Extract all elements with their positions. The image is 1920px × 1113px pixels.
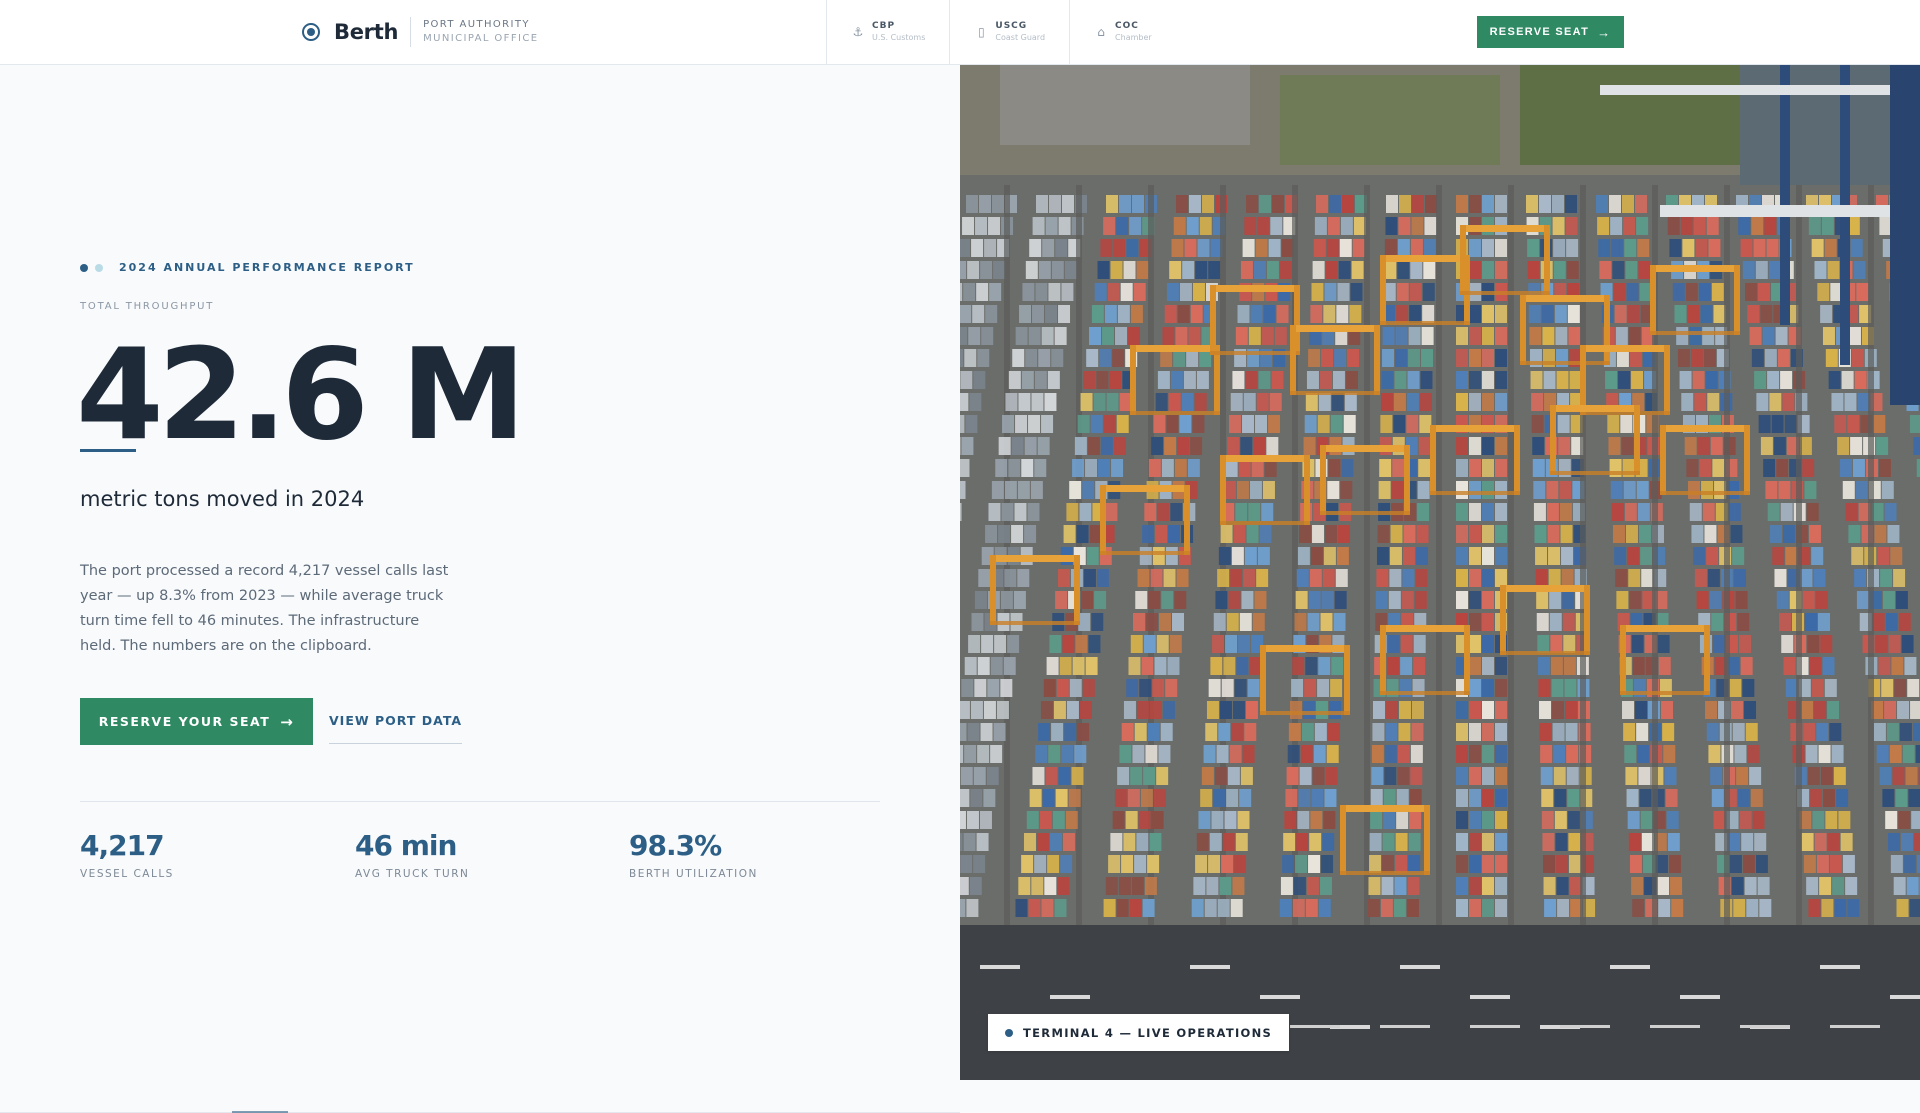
agency-code: CBP (872, 21, 925, 32)
reserve-seat-label: RESERVE SEAT (1490, 26, 1590, 38)
live-operations-label: TERMINAL 4 — LIVE OPERATIONS (1023, 1026, 1272, 1040)
view-port-data-link[interactable]: VIEW PORT DATA (329, 708, 462, 744)
anchor-icon: ⚓ (852, 25, 864, 39)
metric-kicker: TOTAL THROUGHPUT (80, 301, 214, 312)
accent-bar (80, 449, 136, 452)
agency-name: Coast Guard (995, 32, 1045, 43)
hero-panel: 2024 ANNUAL PERFORMANCE REPORT TOTAL THR… (0, 65, 960, 1080)
live-indicator-icon (1005, 1029, 1013, 1037)
agency-cbp[interactable]: ⚓ CBP U.S. Customs (826, 0, 949, 64)
brand-subtitle: PORT AUTHORITY MUNICIPAL OFFICE (423, 18, 538, 46)
terminal-aerial-image (960, 65, 1920, 1080)
live-operations-badge: TERMINAL 4 — LIVE OPERATIONS (988, 1014, 1289, 1051)
eyebrow: 2024 ANNUAL PERFORMANCE REPORT (80, 261, 415, 274)
stat-truck-turn: 46 min AVG TRUCK TURN (355, 829, 469, 880)
eyebrow-dot-icon (95, 264, 103, 272)
agency-name: Chamber (1115, 32, 1152, 43)
brand-divider (410, 17, 411, 47)
agency-code: COC (1115, 21, 1152, 32)
eyebrow-text: 2024 ANNUAL PERFORMANCE REPORT (119, 261, 415, 274)
stat-label: VESSEL CALLS (80, 868, 174, 880)
brand-name: Berth (334, 20, 398, 44)
hero-paragraph: The port processed a record 4,217 vessel… (80, 559, 450, 659)
agency-code: USCG (995, 21, 1045, 32)
agency-name: U.S. Customs (872, 32, 925, 43)
stat-berth-utilization: 98.3% BERTH UTILIZATION (629, 829, 758, 880)
stat-value: 4,217 (80, 829, 174, 862)
brand-logo-icon (302, 23, 320, 41)
stat-vessel-calls: 4,217 VESSEL CALLS (80, 829, 174, 880)
brand[interactable]: Berth PORT AUTHORITY MUNICIPAL OFFICE (302, 0, 538, 64)
building-icon: ⌂ (1095, 25, 1107, 39)
brand-subtitle-line-2: MUNICIPAL OFFICE (423, 32, 538, 46)
headline-subtitle: metric tons moved in 2024 (80, 487, 364, 511)
partner-agencies: ⚓ CBP U.S. Customs ▯ USCG Coast Guard ⌂ … (826, 0, 1176, 64)
arrow-right-icon: → (280, 713, 294, 731)
headline-number: 42.6 M (76, 315, 520, 475)
stat-label: BERTH UTILIZATION (629, 868, 758, 880)
brand-subtitle-line-1: PORT AUTHORITY (423, 18, 538, 32)
eyebrow-dot-icon (80, 264, 88, 272)
reserve-your-seat-button[interactable]: RESERVE YOUR SEAT → (80, 698, 313, 745)
agency-coc[interactable]: ⌂ COC Chamber (1069, 0, 1176, 64)
agency-uscg[interactable]: ▯ USCG Coast Guard (949, 0, 1069, 64)
container-terminal-photo (960, 65, 1920, 1080)
arrow-right-icon: → (1597, 25, 1611, 40)
reserve-seat-button[interactable]: RESERVE SEAT → (1477, 16, 1624, 48)
shield-icon: ▯ (975, 25, 987, 39)
stat-label: AVG TRUCK TURN (355, 868, 469, 880)
stat-value: 46 min (355, 829, 469, 862)
stat-value: 98.3% (629, 829, 758, 862)
divider (80, 801, 880, 802)
top-navigation-bar: Berth PORT AUTHORITY MUNICIPAL OFFICE ⚓ … (0, 0, 1920, 65)
reserve-your-seat-label: RESERVE YOUR SEAT (99, 714, 271, 729)
